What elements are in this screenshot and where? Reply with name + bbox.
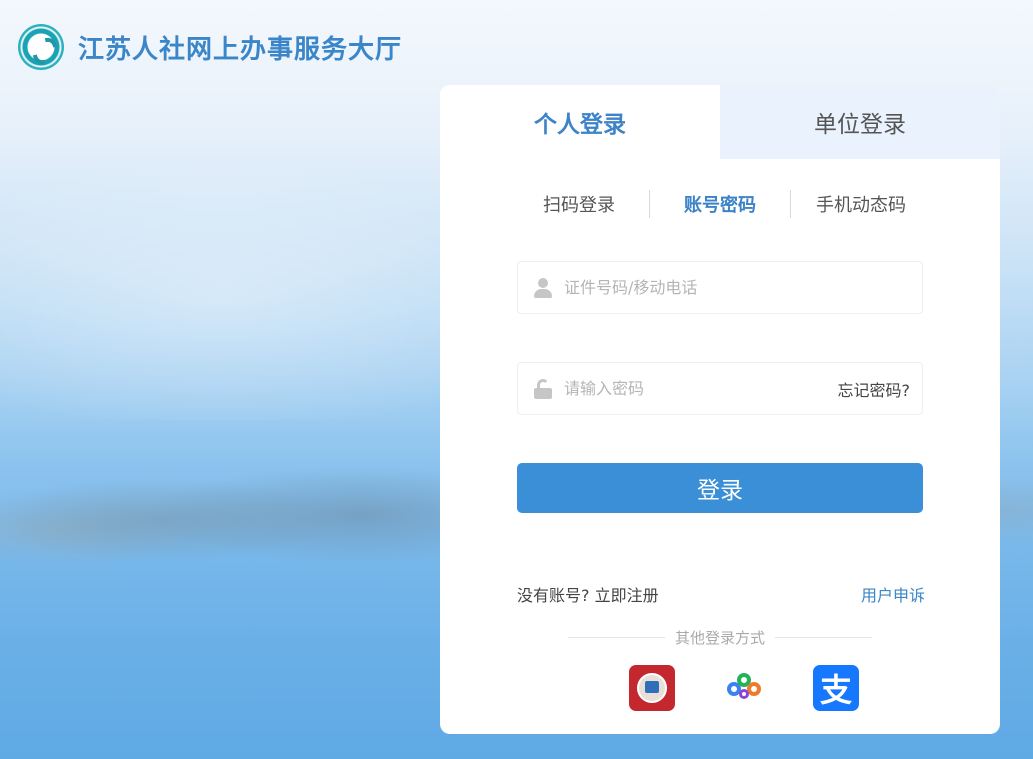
site-header: 江苏人社网上办事服务大厅 — [18, 24, 402, 70]
username-field[interactable] — [517, 261, 923, 314]
no-account-text: 没有账号? — [517, 586, 590, 605]
subtab-account-password[interactable]: 账号密码 — [650, 191, 790, 217]
subtab-qr-login[interactable]: 扫码登录 — [509, 191, 649, 217]
password-input[interactable] — [564, 379, 838, 398]
divider-line — [775, 636, 873, 638]
other-login-divider: 其他登录方式 — [568, 626, 873, 648]
password-field[interactable]: 忘记密码? — [517, 362, 923, 415]
jsrs-app-icon[interactable] — [629, 665, 675, 711]
login-card: 个人登录 单位登录 扫码登录 账号密码 手机动态码 忘记密码? 登录 没有账号?… — [440, 85, 1000, 734]
subtab-sms-code[interactable]: 手机动态码 — [791, 191, 931, 217]
user-icon — [532, 277, 554, 299]
other-login-label: 其他登录方式 — [675, 628, 766, 647]
tab-organization-login[interactable]: 单位登录 — [720, 85, 1000, 159]
login-method-tabs: 扫码登录 账号密码 手机动态码 — [440, 189, 1000, 219]
login-button[interactable]: 登录 — [517, 463, 923, 513]
register-link[interactable]: 立即注册 — [595, 586, 659, 605]
lock-icon — [532, 378, 554, 400]
register-prompt: 没有账号? 立即注册 — [517, 582, 659, 606]
forgot-password-link[interactable]: 忘记密码? — [838, 377, 911, 401]
site-title: 江苏人社网上办事服务大厅 — [78, 34, 403, 65]
alipay-icon[interactable]: 支 — [813, 665, 859, 711]
divider-line — [568, 636, 665, 638]
other-login-options: 支 — [629, 665, 859, 711]
tab-personal-login[interactable]: 个人登录 — [440, 85, 720, 159]
jiangsu-hrss-logo-icon — [18, 24, 64, 70]
cloud-app-icon[interactable] — [721, 665, 767, 711]
username-input[interactable] — [564, 278, 910, 297]
user-appeal-link[interactable]: 用户申诉 — [861, 582, 925, 606]
login-type-tabs: 个人登录 单位登录 — [440, 85, 1000, 159]
register-row: 没有账号? 立即注册 用户申诉 — [517, 583, 925, 605]
